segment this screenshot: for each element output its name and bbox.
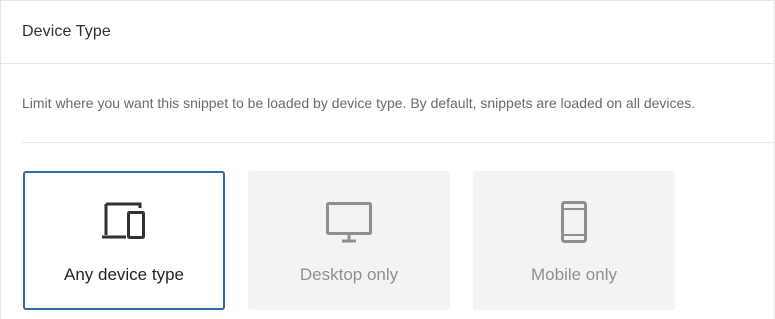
option-label: Mobile only (531, 265, 617, 284)
device-type-panel: Device Type Limit where you want this sn… (0, 0, 775, 319)
panel-description: Limit where you want this snippet to be … (22, 95, 696, 111)
option-any-device[interactable]: Any device type (23, 171, 225, 310)
mobile-icon (559, 201, 589, 243)
devices-icon (100, 201, 148, 243)
option-label: Any device type (63, 265, 184, 284)
panel-header: Device Type (1, 1, 774, 64)
option-desktop-only[interactable]: Desktop only (248, 171, 450, 310)
description-row: Limit where you want this snippet to be … (22, 64, 774, 143)
panel-title: Device Type (22, 23, 111, 40)
desktop-icon (325, 201, 373, 243)
option-label: Desktop only (299, 265, 399, 284)
device-options: Any device type Desktop only Mobile only (23, 171, 675, 310)
option-mobile-only[interactable]: Mobile only (473, 171, 675, 310)
